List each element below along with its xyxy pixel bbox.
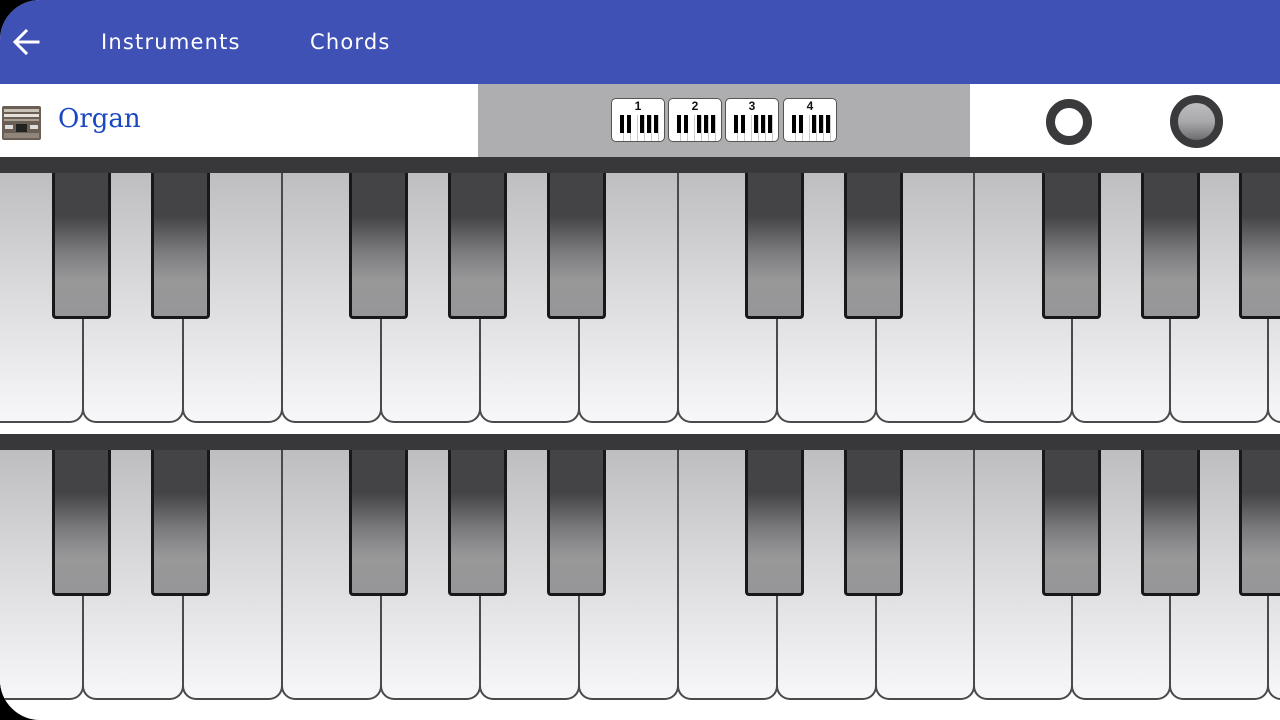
octave-number: 4 bbox=[806, 99, 814, 113]
play-button[interactable] bbox=[1170, 95, 1223, 148]
black-key[interactable] bbox=[448, 173, 507, 319]
tab-instruments[interactable]: Instruments bbox=[101, 30, 241, 54]
mini-white-key-divider bbox=[809, 115, 810, 141]
mini-white-key-divider bbox=[708, 115, 709, 141]
mini-black-key bbox=[640, 115, 644, 133]
mini-black-key bbox=[826, 115, 830, 133]
mini-black-key bbox=[684, 115, 688, 133]
black-key[interactable] bbox=[1141, 450, 1200, 596]
mini-black-key bbox=[819, 115, 823, 133]
keyboard-top-rail bbox=[0, 434, 1280, 450]
black-key[interactable] bbox=[1239, 450, 1280, 596]
black-key[interactable] bbox=[844, 173, 903, 319]
black-key[interactable] bbox=[1141, 173, 1200, 319]
black-key[interactable] bbox=[1042, 450, 1101, 596]
mini-black-key bbox=[734, 115, 738, 133]
mini-white-key-divider bbox=[651, 115, 652, 141]
mini-black-key bbox=[627, 115, 631, 133]
octave-button-1[interactable]: 1 bbox=[611, 98, 665, 142]
black-key[interactable] bbox=[1042, 173, 1101, 319]
mini-white-key-divider bbox=[637, 115, 638, 141]
octave-number: 1 bbox=[634, 99, 642, 113]
black-key[interactable] bbox=[448, 450, 507, 596]
record-button[interactable] bbox=[1046, 99, 1092, 145]
top-app-bar: Instruments Chords bbox=[0, 0, 1280, 84]
octave-button-2[interactable]: 2 bbox=[668, 98, 722, 142]
mini-black-key bbox=[741, 115, 745, 133]
black-key[interactable] bbox=[349, 450, 408, 596]
mini-black-key bbox=[792, 115, 796, 133]
mini-black-key bbox=[654, 115, 658, 133]
mini-black-key bbox=[768, 115, 772, 133]
black-key[interactable] bbox=[151, 450, 210, 596]
mini-white-key-divider bbox=[658, 115, 659, 141]
black-key[interactable] bbox=[151, 173, 210, 319]
mini-white-key-divider bbox=[701, 115, 702, 141]
black-key[interactable] bbox=[1239, 173, 1280, 319]
lower-keyboard bbox=[0, 434, 1280, 702]
app-screen: Instruments Chords Organ 1 2 3 4 bbox=[0, 0, 1280, 720]
mini-black-key bbox=[711, 115, 715, 133]
octave-selector bbox=[478, 84, 970, 158]
mini-black-key bbox=[812, 115, 816, 133]
mini-white-key-divider bbox=[823, 115, 824, 141]
mini-white-key-divider bbox=[816, 115, 817, 141]
black-key[interactable] bbox=[547, 450, 606, 596]
black-key[interactable] bbox=[745, 450, 804, 596]
mini-white-key-divider bbox=[765, 115, 766, 141]
back-button[interactable] bbox=[8, 22, 48, 62]
black-key[interactable] bbox=[349, 173, 408, 319]
octave-number: 2 bbox=[691, 99, 699, 113]
mini-black-key bbox=[647, 115, 651, 133]
mini-black-key bbox=[799, 115, 803, 133]
octave-button-3[interactable]: 3 bbox=[725, 98, 779, 142]
black-key[interactable] bbox=[844, 450, 903, 596]
mini-white-key-divider bbox=[758, 115, 759, 141]
octave-number: 3 bbox=[748, 99, 756, 113]
black-key[interactable] bbox=[745, 173, 804, 319]
mini-white-key-divider bbox=[694, 115, 695, 141]
black-key[interactable] bbox=[547, 173, 606, 319]
black-key[interactable] bbox=[52, 173, 111, 319]
mini-black-key bbox=[677, 115, 681, 133]
mini-white-key-divider bbox=[830, 115, 831, 141]
mini-white-key-divider bbox=[751, 115, 752, 141]
mini-black-key bbox=[697, 115, 701, 133]
mini-black-key bbox=[761, 115, 765, 133]
mini-white-key-divider bbox=[715, 115, 716, 141]
tab-chords[interactable]: Chords bbox=[310, 30, 391, 54]
upper-keyboard bbox=[0, 157, 1280, 425]
keyboard-top-rail bbox=[0, 157, 1280, 173]
black-key[interactable] bbox=[52, 450, 111, 596]
mini-white-key-divider bbox=[644, 115, 645, 141]
organ-thumbnail-icon[interactable] bbox=[2, 106, 41, 140]
mini-black-key bbox=[704, 115, 708, 133]
mini-white-key-divider bbox=[772, 115, 773, 141]
arrow-left-icon bbox=[12, 28, 40, 56]
octave-button-4[interactable]: 4 bbox=[783, 98, 837, 142]
mini-black-key bbox=[754, 115, 758, 133]
instrument-name[interactable]: Organ bbox=[58, 104, 141, 134]
mini-black-key bbox=[620, 115, 624, 133]
